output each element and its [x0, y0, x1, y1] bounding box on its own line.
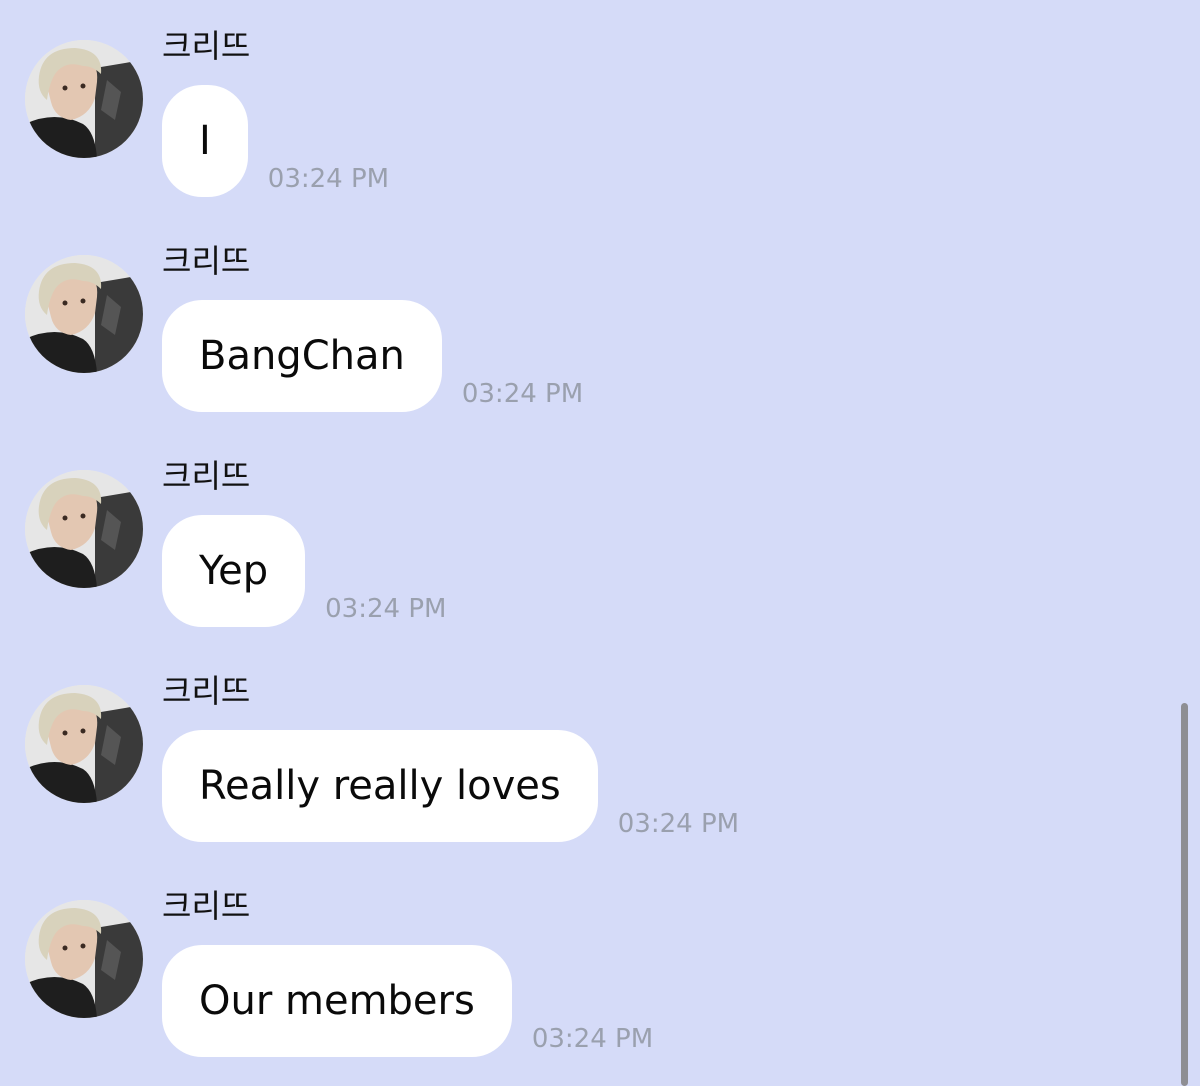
message-timestamp: 03:24 PM	[325, 594, 447, 624]
avatar-image	[25, 470, 143, 588]
scrollbar[interactable]	[1181, 703, 1188, 1086]
avatar[interactable]	[25, 40, 143, 158]
sender-name: 크리뜨	[162, 242, 251, 280]
sender-name: 크리뜨	[162, 457, 251, 495]
avatar-image	[25, 40, 143, 158]
message-bubble[interactable]: Our members	[162, 945, 512, 1057]
avatar-image	[25, 255, 143, 373]
message-content: I 03:24 PM	[162, 85, 389, 197]
chat-thread[interactable]: 크리뜨 I 03:24 PM 크리뜨 BangChan 03:24 PM 크리뜨…	[0, 0, 1200, 1086]
sender-name: 크리뜨	[162, 27, 251, 65]
avatar[interactable]	[25, 685, 143, 803]
message-bubble[interactable]: BangChan	[162, 300, 442, 412]
message-row: 크리뜨 Yep 03:24 PM	[0, 430, 1170, 630]
message-row: 크리뜨 Really really loves 03:24 PM	[0, 645, 1170, 845]
avatar[interactable]	[25, 255, 143, 373]
avatar-image	[25, 900, 143, 1018]
message-row: 크리뜨 Our members 03:24 PM	[0, 860, 1170, 1060]
sender-name: 크리뜨	[162, 672, 251, 710]
message-bubble[interactable]: Yep	[162, 515, 306, 627]
message-timestamp: 03:24 PM	[267, 164, 390, 194]
message-bubble[interactable]: Really really loves	[162, 730, 598, 842]
message-timestamp: 03:24 PM	[461, 379, 584, 409]
message-content: Really really loves 03:24 PM	[162, 730, 739, 842]
message-content: Yep 03:24 PM	[162, 515, 446, 627]
avatar[interactable]	[25, 900, 143, 1018]
message-row: 크리뜨 I 03:24 PM	[0, 0, 1170, 200]
sender-name: 크리뜨	[162, 887, 251, 925]
message-content: BangChan 03:24 PM	[162, 300, 583, 412]
avatar[interactable]	[25, 470, 143, 588]
avatar-image	[25, 685, 143, 803]
message-content: Our members 03:24 PM	[162, 945, 653, 1057]
message-timestamp: 03:24 PM	[617, 809, 740, 839]
message-row: 크리뜨 BangChan 03:24 PM	[0, 215, 1170, 415]
message-timestamp: 03:24 PM	[531, 1024, 654, 1054]
message-bubble[interactable]: I	[162, 85, 248, 197]
